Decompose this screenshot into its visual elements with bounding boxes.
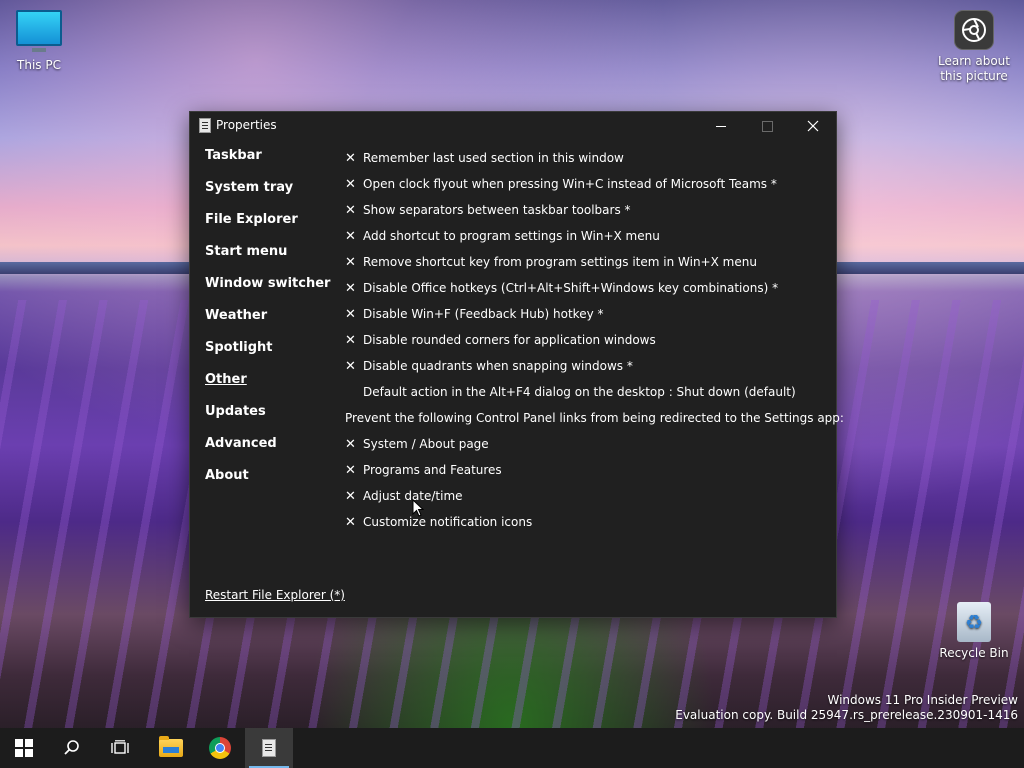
start-button[interactable] [0,728,48,768]
mouse-cursor-icon [412,499,424,517]
setting-label: Disable rounded corners for application … [363,333,656,347]
sidebar-item-other[interactable]: Other [205,371,335,403]
watermark-line-1: Windows 11 Pro Insider Preview [827,693,1018,707]
setting-label: Disable quadrants when snapping windows … [363,359,633,373]
checkmark-icon: ✕ [345,488,356,504]
camera-icon [954,10,994,50]
search-icon [64,740,79,755]
desktop-icon-label: Recycle Bin [939,646,1009,660]
setting-label: Remember last used section in this windo… [363,151,624,165]
setting-label: Default action in the Alt+F4 dialog on t… [363,385,796,399]
chrome-button[interactable] [196,728,244,768]
setting-label: Customize notification icons [363,515,533,529]
start-icon [15,739,33,757]
setting-row[interactable]: ✕Default action in the Alt+F4 dialog on … [345,379,825,405]
setting-row[interactable]: ✕ Disable Office hotkeys (Ctrl+Alt+Shift+… [345,275,825,301]
sidebar-item-weather[interactable]: Weather [205,307,335,339]
setting-label: Disable Win+F (Feedback Hub) hotkey * [363,307,604,321]
checkmark-icon: ✕ [345,254,356,270]
desktop-icon-learn-about-picture[interactable]: Learn about this picture [936,10,1012,84]
setting-row[interactable]: ✕ Open clock flyout when pressing Win+C i… [345,171,825,197]
sidebar-item-window-switcher[interactable]: Window switcher [205,275,335,307]
checkmark-icon: ✕ [345,176,356,192]
watermark-line-2: Evaluation copy. Build 25947.rs_prerelea… [675,708,1018,722]
checkmark-icon: ✕ [345,150,356,166]
checkmark-icon: ✕ [345,202,356,218]
setting-label: Disable Office hotkeys (Ctrl+Alt+Shift+W… [363,281,779,295]
setting-label: Prevent the following Control Panel link… [345,411,844,425]
checkmark-icon: ✕ [345,514,356,530]
desktop-icon-recycle-bin[interactable]: ♻ Recycle Bin [936,602,1012,661]
setting-row[interactable]: ✕ Disable rounded corners for application… [345,327,825,353]
setting-row[interactable]: ✕ Show separators between taskbar toolbar… [345,197,825,223]
sidebar-item-file-explorer[interactable]: File Explorer [205,211,335,243]
checkmark-icon: ✕ [345,228,356,244]
search-button[interactable] [48,728,96,768]
checkmark-icon: ✕ [345,436,356,452]
checkmark-icon: ✕ [345,462,356,478]
task-view-icon [111,740,129,754]
sidebar-item-advanced[interactable]: Advanced [205,435,335,467]
taskbar [0,728,1024,768]
setting-label: Remove shortcut key from program setting… [363,255,757,269]
minimize-icon [716,125,726,127]
section-sidebar: Taskbar System tray File Explorer Start men… [205,147,335,499]
close-icon [807,120,819,132]
sidebar-item-spotlight[interactable]: Spotlight [205,339,335,371]
title-bar[interactable]: Properties [190,112,836,140]
setting-label: System / About page [363,437,489,451]
sidebar-item-system-tray[interactable]: System tray [205,179,335,211]
sidebar-item-about[interactable]: About [205,467,335,499]
restart-file-explorer-link[interactable]: Restart File Explorer (*) [205,588,345,602]
properties-window: Properties Taskbar System tray File Explor… [189,111,844,618]
build-watermark: Windows 11 Pro Insider Preview Evaluatio… [675,693,1018,723]
setting-row[interactable]: ✕ Remember last used section in this wind… [345,145,825,171]
sidebar-item-updates[interactable]: Updates [205,403,335,435]
setting-row[interactable]: ✕ Add shortcut to program settings in Win… [345,223,825,249]
properties-icon [262,739,276,757]
settings-list: ✕ Remember last used section in this wind… [345,145,844,535]
checkmark-icon: ✕ [345,358,356,374]
task-view-button[interactable] [96,728,144,768]
file-explorer-icon [159,736,183,757]
setting-row[interactable]: ✕ Remove shortcut key from program settin… [345,249,825,275]
properties-taskbar-button[interactable] [245,728,293,768]
close-button[interactable] [790,112,836,140]
setting-group-heading: Prevent the following Control Panel link… [345,405,844,431]
checkmark-icon: ✕ [345,280,356,296]
checkmark-icon: ✕ [345,332,356,348]
minimize-button[interactable] [698,112,744,140]
setting-label: Add shortcut to program settings in Win+… [363,229,660,243]
window-title: Properties [216,118,277,132]
setting-label: Open clock flyout when pressing Win+C in… [363,177,777,191]
sidebar-item-start-menu[interactable]: Start menu [205,243,335,275]
maximize-icon [761,120,773,132]
setting-row[interactable]: ✕ Disable Win+F (Feedback Hub) hotkey * [345,301,825,327]
desktop-icon-label: This PC [17,58,61,72]
app-icon [199,118,211,133]
setting-row[interactable]: ✕ Disable quadrants when snapping windows… [345,353,825,379]
setting-label: Show separators between taskbar toolbars… [363,203,631,217]
setting-label: Programs and Features [363,463,502,477]
setting-row[interactable]: ✕ Programs and Features [345,457,825,483]
checkmark-icon: ✕ [345,306,356,322]
monitor-icon [16,10,62,52]
maximize-button[interactable] [744,112,790,140]
chrome-icon [209,737,231,759]
recycle-bin-icon: ♻ [957,602,991,642]
desktop-icon-label: Learn about this picture [938,54,1010,83]
desktop-icon-this-pc[interactable]: This PC [1,10,77,73]
setting-row[interactable]: ✕ System / About page [345,431,825,457]
sidebar-item-taskbar[interactable]: Taskbar [205,147,335,179]
file-explorer-button[interactable] [147,728,195,768]
